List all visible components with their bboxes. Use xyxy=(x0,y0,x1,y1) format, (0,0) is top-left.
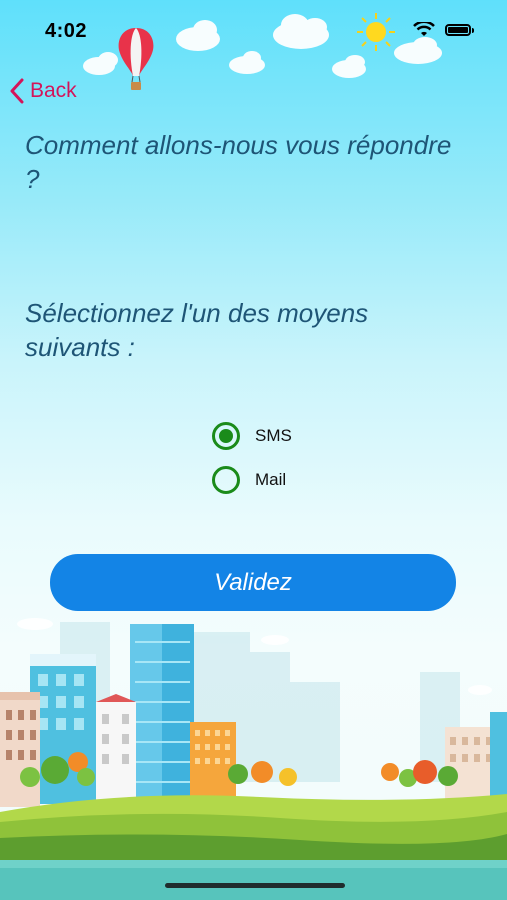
instruction-text: Sélectionnez l'un des moyens suivants : xyxy=(25,298,369,362)
page-title: Comment allons-nous vous répondre ? xyxy=(25,130,452,194)
contact-method-options: SMS Mail xyxy=(212,418,292,506)
status-time: 4:02 xyxy=(45,20,88,42)
option-mail-label: Mail xyxy=(255,470,287,489)
chevron-left-icon xyxy=(10,78,24,104)
radio-mail[interactable] xyxy=(212,466,240,494)
option-sms[interactable]: SMS xyxy=(212,418,292,454)
back-button[interactable]: Back xyxy=(10,78,77,104)
option-sms-label: SMS xyxy=(255,426,292,445)
validate-button[interactable]: Validez xyxy=(50,554,456,611)
hot-air-balloon-icon xyxy=(118,28,154,90)
screen: 4:02 Back Comment allons-nous vous répon… xyxy=(0,0,507,900)
option-mail[interactable]: Mail xyxy=(212,462,292,498)
home-indicator[interactable] xyxy=(165,883,345,888)
city-illustration xyxy=(0,618,507,900)
back-label: Back xyxy=(30,79,77,102)
status-icons xyxy=(413,22,474,38)
wifi-icon xyxy=(413,22,435,36)
radio-sms[interactable] xyxy=(212,422,240,450)
sun-icon xyxy=(357,13,395,51)
radio-selected-dot xyxy=(219,429,233,443)
battery-icon xyxy=(445,24,474,36)
